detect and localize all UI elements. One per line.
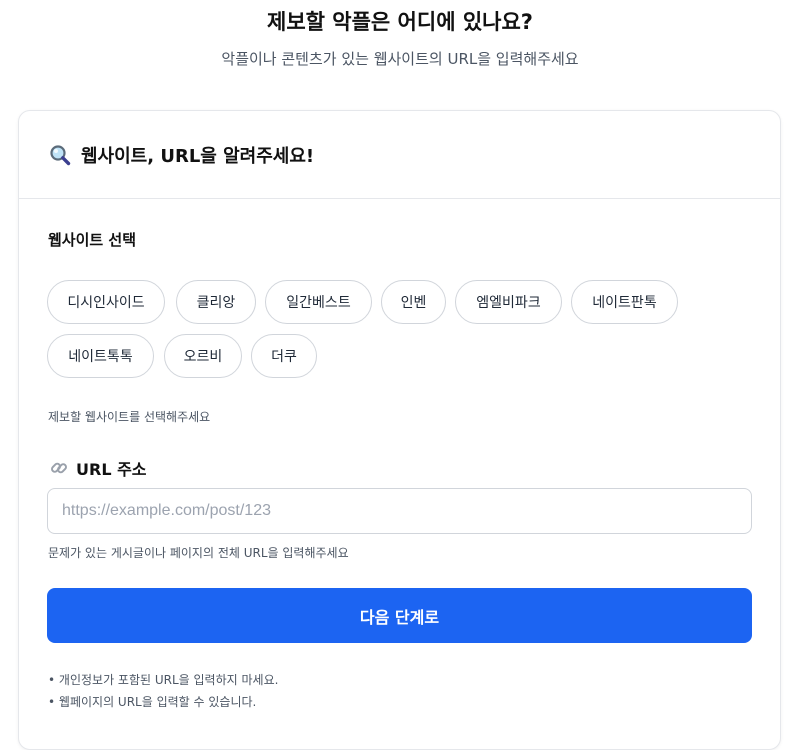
url-form-card: 웹사이트, URL을 알려주세요! 웹사이트 선택 디시인사이드 클리앙 일간베… [18, 110, 781, 750]
site-chip-natetoktok[interactable]: 네이트톡톡 [47, 334, 154, 378]
site-chip-theqoo[interactable]: 더쿠 [251, 334, 317, 378]
page-subtitle: 악플이나 콘텐츠가 있는 웹사이트의 URL을 입력해주세요 [221, 50, 579, 68]
note-item: 웹페이지의 URL을 입력할 수 있습니다. [48, 691, 278, 713]
notes-list: 개인정보가 포함된 URL을 입력하지 마세요. 웹페이지의 URL을 입력할 … [48, 669, 279, 713]
site-chip-clien[interactable]: 클리앙 [176, 280, 256, 324]
site-chip-dcinside[interactable]: 디시인사이드 [47, 280, 165, 324]
site-select-label: 웹사이트 선택 [48, 231, 137, 249]
link-icon [50, 459, 68, 477]
site-chip-ilbe[interactable]: 일간베스트 [265, 280, 372, 324]
next-step-button[interactable]: 다음 단계로 [47, 588, 752, 643]
site-chip-mlbpark[interactable]: 엠엘비파크 [455, 280, 562, 324]
url-hint: 문제가 있는 게시글이나 페이지의 전체 URL을 입력해주세요 [48, 546, 349, 560]
page-title: 제보할 악플은 어디에 있나요? [267, 10, 533, 34]
site-chip-inven[interactable]: 인벤 [381, 280, 446, 324]
note-item: 개인정보가 포함된 URL을 입력하지 마세요. [48, 669, 279, 691]
magnifying-glass-icon [49, 144, 71, 166]
site-chip-orbi[interactable]: 오르비 [164, 334, 242, 378]
url-input[interactable] [47, 488, 752, 534]
url-label-text: URL 주소 [76, 460, 147, 479]
site-select-hint: 제보할 웹사이트를 선택해주세요 [48, 410, 211, 424]
card-header: 웹사이트, URL을 알려주세요! [19, 111, 780, 199]
site-chip-natepann[interactable]: 네이트판톡 [571, 280, 678, 324]
card-title: 웹사이트, URL을 알려주세요! [81, 145, 315, 167]
url-label: URL 주소 [50, 456, 147, 480]
